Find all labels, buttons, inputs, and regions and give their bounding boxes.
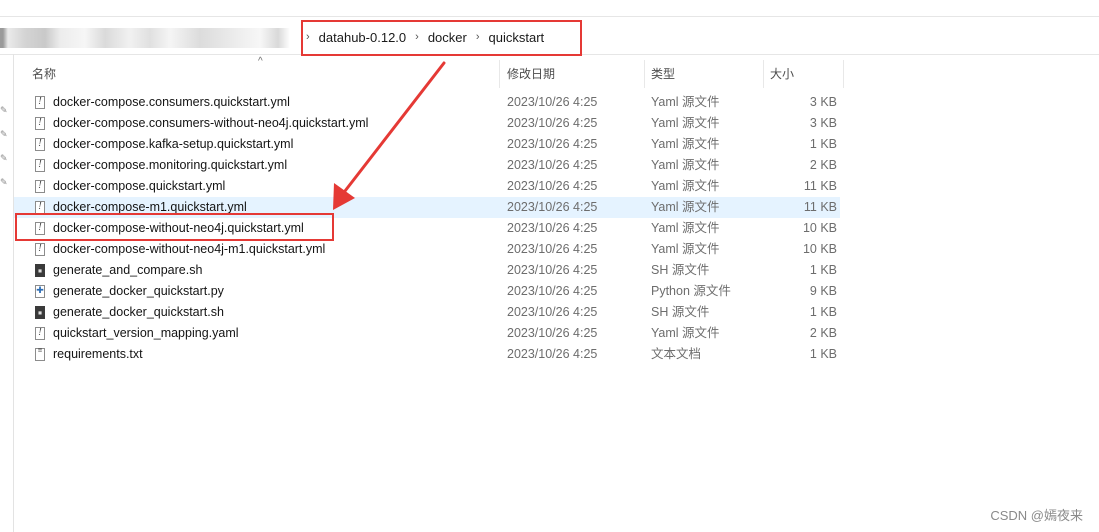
file-name: generate_docker_quickstart.sh	[53, 305, 224, 319]
file-type: Yaml 源文件	[651, 116, 720, 130]
file-size: 11 KB	[803, 200, 837, 214]
file-size: 3 KB	[809, 116, 837, 130]
column-divider[interactable]	[499, 60, 500, 88]
file-type: Yaml 源文件	[651, 242, 720, 256]
file-type: Yaml 源文件	[651, 95, 720, 109]
file-type: Python 源文件	[651, 284, 731, 298]
yaml-file-icon: !	[35, 117, 45, 130]
python-file-icon: ✚	[35, 285, 45, 298]
file-name: docker-compose.consumers.quickstart.yml	[53, 95, 290, 109]
file-type: Yaml 源文件	[651, 158, 720, 172]
yaml-file-icon: !	[35, 159, 45, 172]
file-size: 10 KB	[802, 221, 837, 235]
file-size: 9 KB	[809, 284, 837, 298]
navigation-pane[interactable]: ✎ ✎ ✎ ✎	[0, 54, 14, 532]
file-name: docker-compose-without-neo4j-m1.quicksta…	[53, 242, 326, 256]
redacted-path-segment	[0, 28, 300, 48]
file-modified-date: 2023/10/26 4:25	[507, 221, 598, 235]
shell-file-icon: ▪	[35, 306, 45, 319]
file-modified-date: 2023/10/26 4:25	[507, 263, 598, 277]
file-row[interactable]: ! docker-compose.consumers.quickstart.yml…	[14, 92, 840, 113]
file-row[interactable]: ! docker-compose.quickstart.yml 2023/10/26…	[14, 176, 840, 197]
file-size: 2 KB	[809, 326, 837, 340]
file-modified-date: 2023/10/26 4:25	[507, 305, 598, 319]
pin-icon[interactable]: ✎	[0, 154, 9, 163]
file-modified-date: 2023/10/26 4:25	[507, 137, 598, 151]
pin-icon[interactable]: ✎	[0, 130, 9, 139]
file-row[interactable]: ! docker-compose.consumers-without-neo4j.…	[14, 113, 840, 134]
file-name: docker-compose.quickstart.yml	[53, 179, 226, 193]
column-header-row: 名称 修改日期 类型 大小	[14, 60, 844, 88]
column-header-date[interactable]: 修改日期	[501, 60, 643, 88]
file-modified-date: 2023/10/26 4:25	[507, 116, 598, 130]
breadcrumb-annotation-box	[301, 20, 582, 56]
file-size: 1 KB	[809, 137, 837, 151]
file-modified-date: 2023/10/26 4:25	[507, 284, 598, 298]
file-type: Yaml 源文件	[651, 137, 720, 151]
file-modified-date: 2023/10/26 4:25	[507, 179, 598, 193]
column-header-type[interactable]: 类型	[645, 60, 763, 88]
file-row[interactable]: ✚ generate_docker_quickstart.py 2023/10/26…	[14, 281, 840, 302]
file-type: SH 源文件	[651, 263, 710, 277]
column-divider[interactable]	[843, 60, 844, 88]
file-modified-date: 2023/10/26 4:25	[507, 347, 598, 361]
column-header-size[interactable]: 大小	[764, 60, 842, 88]
file-size: 10 KB	[802, 242, 837, 256]
file-modified-date: 2023/10/26 4:25	[507, 242, 598, 256]
file-modified-date: 2023/10/26 4:25	[507, 158, 598, 172]
pin-icon[interactable]: ✎	[0, 178, 9, 187]
file-name: generate_docker_quickstart.py	[53, 284, 224, 298]
yaml-file-icon: !	[35, 138, 45, 151]
file-type: Yaml 源文件	[651, 326, 720, 340]
text-file-icon: ≡	[35, 347, 45, 361]
watermark: CSDN @嫣夜来	[990, 508, 1083, 523]
file-name: docker-compose.consumers-without-neo4j.q…	[53, 116, 369, 130]
file-size: 3 KB	[809, 95, 837, 109]
window-top-border	[0, 16, 1099, 17]
file-type: Yaml 源文件	[651, 200, 720, 214]
file-type: 文本文档	[651, 347, 702, 361]
file-row[interactable]: ▪ generate_and_compare.sh 2023/10/26 4:25 S…	[14, 260, 840, 281]
file-name: docker-compose.kafka-setup.quickstart.ym…	[53, 137, 294, 151]
pin-icon[interactable]: ✎	[0, 106, 9, 115]
file-annotation-box	[15, 213, 334, 241]
file-row[interactable]: ! docker-compose.monitoring.quickstart.ym…	[14, 155, 840, 176]
yaml-file-icon: !	[35, 96, 45, 109]
file-modified-date: 2023/10/26 4:25	[507, 326, 598, 340]
yaml-file-icon: !	[35, 327, 45, 340]
file-row[interactable]: ≡ requirements.txt 2023/10/26 4:25 文本文档 1 KB	[14, 344, 840, 365]
file-type: SH 源文件	[651, 305, 710, 319]
file-size: 1 KB	[809, 263, 837, 277]
file-row[interactable]: ▪ generate_docker_quickstart.sh 2023/10/26…	[14, 302, 840, 323]
file-name: docker-compose.monitoring.quickstart.yml	[53, 158, 288, 172]
file-name: requirements.txt	[53, 347, 143, 361]
file-size: 11 KB	[803, 179, 837, 193]
file-name: generate_and_compare.sh	[53, 263, 203, 277]
file-modified-date: 2023/10/26 4:25	[507, 95, 598, 109]
shell-file-icon: ▪	[35, 264, 45, 277]
file-name: quickstart_version_mapping.yaml	[53, 326, 239, 340]
file-modified-date: 2023/10/26 4:25	[507, 200, 598, 214]
file-size: 2 KB	[809, 158, 837, 172]
file-type: Yaml 源文件	[651, 179, 720, 193]
column-header-name[interactable]: 名称	[26, 60, 498, 88]
file-row[interactable]: ! docker-compose-without-neo4j-m1.quickst…	[14, 239, 840, 260]
file-type: Yaml 源文件	[651, 221, 720, 235]
yaml-file-icon: !	[35, 180, 45, 193]
file-size: 1 KB	[809, 305, 837, 319]
yaml-file-icon: !	[35, 243, 45, 256]
file-row[interactable]: ! quickstart_version_mapping.yaml 2023/10/…	[14, 323, 840, 344]
file-size: 1 KB	[809, 347, 837, 361]
file-row[interactable]: ! docker-compose.kafka-setup.quickstart.y…	[14, 134, 840, 155]
